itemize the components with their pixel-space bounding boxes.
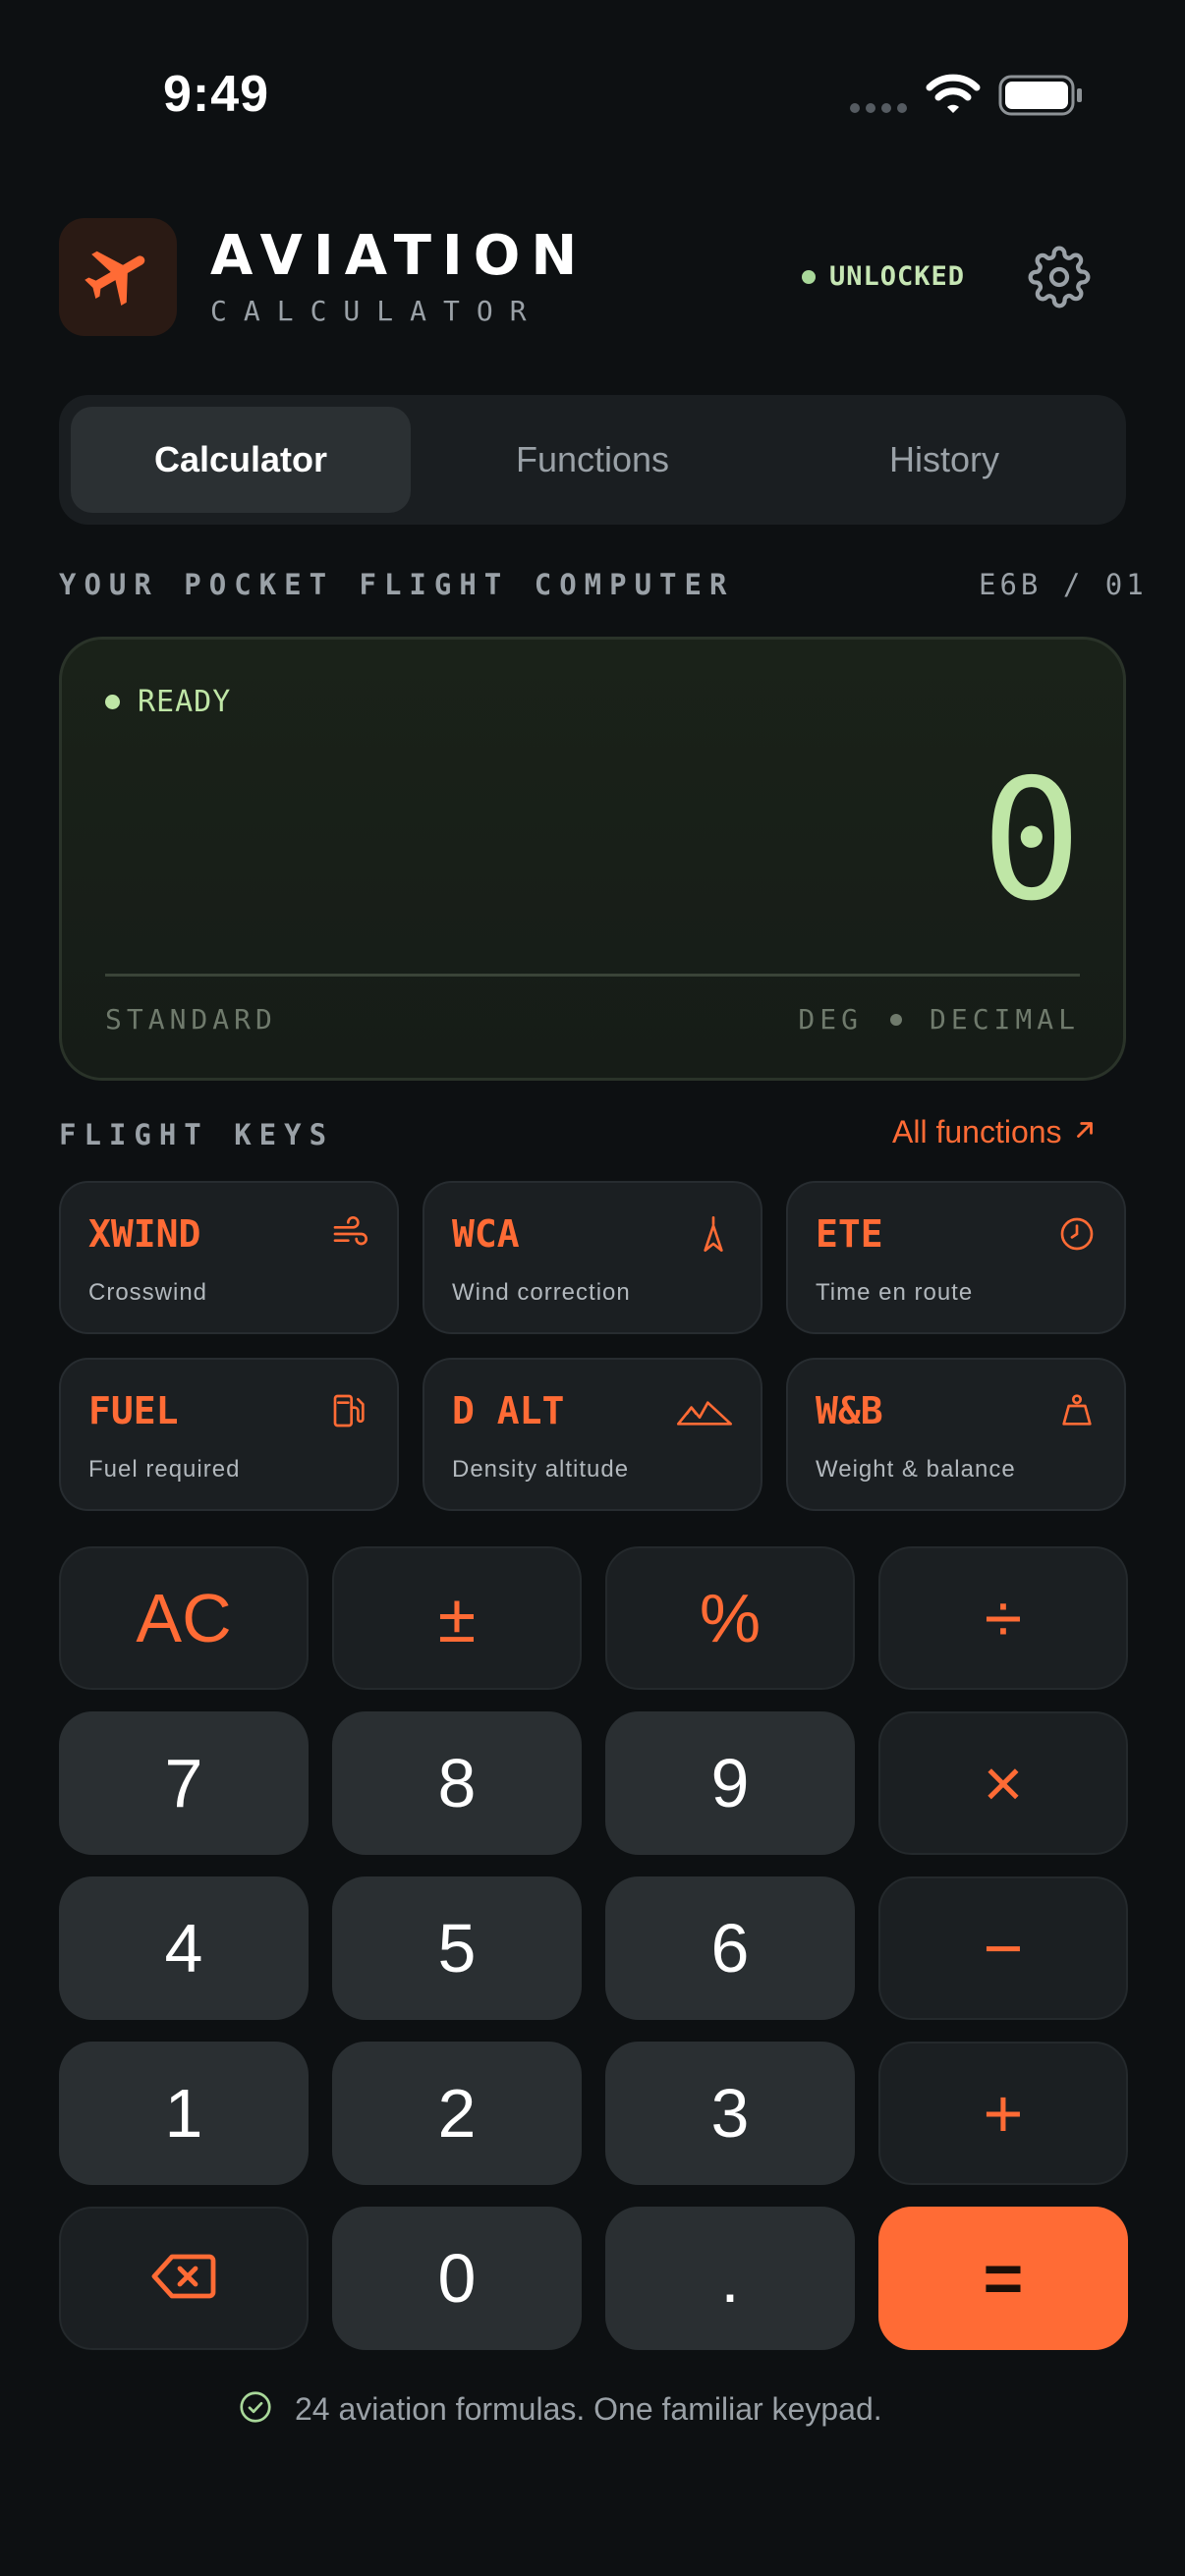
footer-note: 24 aviation formulas. One familiar keypa… [238,2389,882,2430]
decimal-button[interactable]: . [605,2207,855,2350]
flight-key-desc: Crosswind [88,1279,208,1306]
app-title: AVIATION [210,224,589,288]
section-title: YOUR POCKET FLIGHT COMPUTER [59,568,735,601]
flight-key-fuel[interactable]: FUEL Fuel required [59,1358,399,1511]
status-dot [105,695,120,709]
digit-5-button[interactable]: 5 [332,1876,582,2020]
tab-calculator[interactable]: Calculator [71,407,411,513]
flight-keys-title: FLIGHT KEYS [59,1118,335,1151]
backspace-icon [150,2239,217,2318]
status-dot [802,269,816,284]
ready-indicator: READY [105,685,231,719]
compass-needle-icon [694,1214,733,1259]
unlock-status-badge: UNLOCKED [802,261,965,292]
plus-minus-button[interactable]: ± [332,1546,582,1690]
flight-key-code: FUEL [88,1389,179,1432]
flight-key-code: ETE [816,1212,883,1256]
flight-key-desc: Fuel required [88,1456,241,1483]
tab-history[interactable]: History [774,407,1114,513]
digit-0-button[interactable]: 0 [332,2207,582,2350]
percent-button[interactable]: % [605,1546,855,1690]
arrow-up-right-icon [1072,1114,1098,1150]
flight-key-desc: Wind correction [452,1279,631,1306]
flight-key-desc: Weight & balance [816,1456,1016,1483]
angle-unit: DEG [798,1003,863,1036]
battery-icon [998,75,1083,121]
flight-key-density-altitude[interactable]: D ALT Density altitude [423,1358,762,1511]
fuel-pump-icon [330,1391,369,1435]
separator-dot [889,1013,902,1026]
flight-key-weight-balance[interactable]: W&B Weight & balance [786,1358,1126,1511]
digit-1-button[interactable]: 1 [59,2042,309,2185]
display-divider [105,974,1080,977]
digit-8-button[interactable]: 8 [332,1711,582,1855]
clock-icon [1057,1214,1097,1259]
backspace-button[interactable] [59,2207,309,2350]
unlock-status-label: UNLOCKED [829,261,966,292]
wifi-icon [926,73,981,121]
check-circle-icon [238,2389,273,2430]
calculator-display: READY 0 STANDARD DEG DECIMAL [59,637,1126,1081]
digit-9-button[interactable]: 9 [605,1711,855,1855]
flight-key-desc: Density altitude [452,1456,630,1483]
flight-key-desc: Time en route [816,1279,974,1306]
app-logo [59,218,177,336]
cellular-signal-icon [850,103,907,113]
mountains-icon [676,1391,733,1435]
divide-button[interactable]: ÷ [878,1546,1128,1690]
ac-button[interactable]: AC [59,1546,309,1690]
digit-7-button[interactable]: 7 [59,1711,309,1855]
flight-key-code: D ALT [452,1389,565,1432]
settings-gear-icon[interactable] [1028,246,1091,313]
tab-bar: Calculator Functions History [59,395,1126,525]
display-readout: 0 [981,744,1082,938]
all-functions-link[interactable]: All functions [892,1114,1098,1150]
number-format: DECIMAL [929,1003,1080,1036]
calc-mode: STANDARD [105,1003,277,1036]
footer-text: 24 aviation formulas. One familiar keypa… [295,2391,882,2427]
digit-4-button[interactable]: 4 [59,1876,309,2020]
display-settings: DEG DECIMAL [798,1003,1080,1036]
multiply-button[interactable]: × [878,1711,1128,1855]
equals-button[interactable]: = [878,2207,1128,2350]
weight-icon [1057,1391,1097,1435]
flight-key-xwind[interactable]: XWIND Crosswind [59,1181,399,1334]
model-label: E6B / 01 [979,568,1148,601]
app-subtitle: CALCULATOR [210,295,543,327]
flight-key-ete[interactable]: ETE Time en route [786,1181,1126,1334]
flight-key-code: WCA [452,1212,520,1256]
plus-button[interactable]: + [878,2042,1128,2185]
airplane-icon [81,238,155,317]
digit-6-button[interactable]: 6 [605,1876,855,2020]
wind-icon [330,1214,369,1259]
tab-functions[interactable]: Functions [423,407,762,513]
flight-key-wca[interactable]: WCA Wind correction [423,1181,762,1334]
flight-key-code: W&B [816,1389,883,1432]
minus-button[interactable]: − [878,1876,1128,2020]
display-status: READY [138,685,232,719]
digit-2-button[interactable]: 2 [332,2042,582,2185]
flight-key-code: XWIND [88,1212,201,1256]
all-functions-label: All functions [892,1114,1062,1149]
status-time: 9:49 [163,66,270,123]
digit-3-button[interactable]: 3 [605,2042,855,2185]
